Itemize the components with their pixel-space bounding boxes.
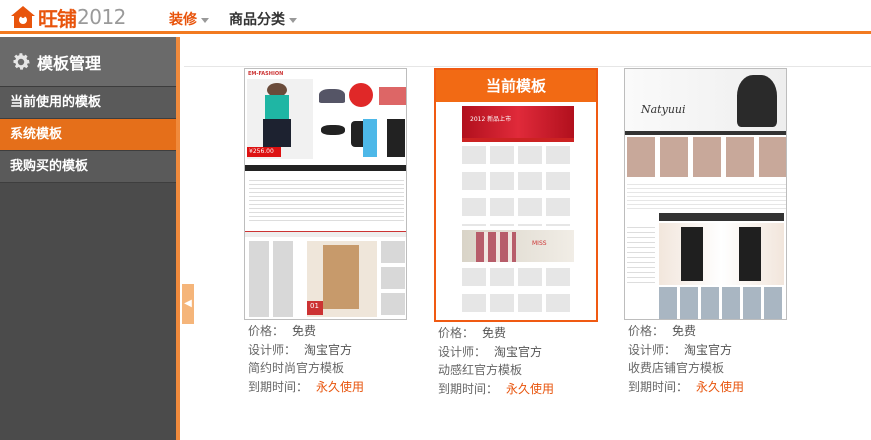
nav-categories-label: 商品分类 bbox=[229, 12, 285, 28]
top-header: 旺铺 2012 装修 商品分类 bbox=[0, 0, 871, 34]
expire-label: 到期时间： bbox=[248, 379, 309, 394]
sidebar-edge bbox=[176, 37, 180, 440]
main-content: EM-FASHION ¥256.00 01 价格： 免费 设计师： 淘宝官方 简… bbox=[184, 37, 871, 440]
thumb-category-list bbox=[249, 177, 404, 223]
nav-categories[interactable]: 商品分类 bbox=[229, 9, 297, 29]
chevron-down-icon bbox=[201, 17, 209, 23]
designer-label: 设计师： bbox=[438, 344, 487, 359]
logo-year: 2012 bbox=[77, 5, 126, 29]
logo-brand: 旺铺 bbox=[38, 6, 77, 31]
logo[interactable]: 旺铺 2012 bbox=[10, 4, 126, 31]
sidebar-item-system-template[interactable]: 系统模板 bbox=[0, 119, 180, 151]
template-info: 价格： 免费 设计师： 淘宝官方 简约时尚官方模板 到期时间： 永久使用 bbox=[248, 322, 428, 396]
thumb-price: ¥256.00 bbox=[249, 148, 274, 155]
template-thumbnail[interactable]: 当前模板 2012 新品上市 MISS bbox=[434, 68, 598, 322]
designer-label: 设计师： bbox=[628, 342, 677, 357]
template-thumbnail[interactable]: EM-FASHION ¥256.00 01 bbox=[244, 68, 407, 320]
sidebar-item-current-template[interactable]: 当前使用的模板 bbox=[0, 87, 180, 119]
expire-label: 到期时间： bbox=[438, 381, 499, 396]
thumb-side-list bbox=[627, 223, 655, 283]
thumb-nav-bar bbox=[245, 165, 406, 171]
thumb-product bbox=[349, 83, 373, 107]
template-info: 价格： 免费 设计师： 淘宝官方 收费店铺官方模板 到期时间： 永久使用 bbox=[628, 322, 808, 396]
price-label: 价格： bbox=[628, 324, 665, 338]
thumb-feature-text: MISS bbox=[532, 240, 547, 247]
designer-value: 淘宝官方 bbox=[684, 342, 733, 357]
thumb-section-bar bbox=[659, 213, 784, 221]
thumb-info-rows bbox=[627, 181, 786, 211]
gear-icon bbox=[13, 52, 30, 70]
thumb-model-right bbox=[739, 227, 761, 281]
thumb-nav-bar bbox=[625, 131, 786, 135]
template-name: 简约时尚官方模板 bbox=[248, 361, 345, 375]
expire-value: 永久使用 bbox=[506, 381, 555, 396]
thumb-feature-photo bbox=[659, 223, 784, 285]
thumb-brand-text: Natyuui bbox=[641, 103, 686, 116]
thumb-grid-rows bbox=[462, 146, 574, 226]
thumb-model-left bbox=[681, 227, 703, 281]
thumb-model-photo bbox=[737, 75, 777, 127]
thumb-hero-text: 2012 新品上市 bbox=[470, 116, 512, 123]
nav-decorate[interactable]: 装修 bbox=[169, 9, 209, 29]
designer-value: 淘宝官方 bbox=[494, 344, 543, 359]
thumb-model-skirt bbox=[263, 119, 291, 147]
designer-value: 淘宝官方 bbox=[304, 342, 353, 357]
thumb-grid bbox=[381, 241, 405, 317]
content-toolbar bbox=[184, 37, 871, 67]
nav-decorate-label: 装修 bbox=[169, 12, 197, 28]
sidebar: 模板管理 当前使用的模板 系统模板 我购买的模板 bbox=[0, 37, 180, 440]
price-label: 价格： bbox=[438, 326, 475, 340]
thumb-nav-bar bbox=[462, 138, 574, 142]
thumb-product bbox=[321, 125, 345, 135]
current-template-banner: 当前模板 bbox=[436, 70, 596, 102]
price-label: 价格： bbox=[248, 324, 285, 338]
template-info: 价格： 免费 设计师： 淘宝官方 动感红官方模板 到期时间： 永久使用 bbox=[438, 324, 618, 398]
thumb-product bbox=[387, 119, 405, 157]
thumb-product bbox=[363, 119, 377, 157]
template-name: 动感红官方模板 bbox=[438, 363, 523, 377]
expire-label: 到期时间： bbox=[628, 379, 689, 394]
price-value: 免费 bbox=[672, 324, 697, 338]
expire-value: 永久使用 bbox=[316, 379, 365, 394]
thumb-model-top bbox=[265, 95, 289, 121]
thumb-badge-num: 01 bbox=[310, 302, 319, 310]
thumb-grid bbox=[249, 241, 295, 317]
thumb-feature-model bbox=[323, 245, 359, 309]
thumb-grid-rows bbox=[462, 268, 574, 320]
thumb-models bbox=[476, 232, 516, 262]
thumb-product-row bbox=[627, 137, 786, 177]
chevron-down-icon bbox=[289, 17, 297, 23]
sidebar-title: 模板管理 bbox=[37, 53, 102, 73]
price-value: 免费 bbox=[482, 326, 507, 340]
sidebar-header: 模板管理 bbox=[0, 37, 180, 87]
thumb-section-bar bbox=[245, 231, 406, 237]
price-value: 免费 bbox=[292, 324, 317, 338]
template-name: 收费店铺官方模板 bbox=[628, 361, 725, 375]
house-icon bbox=[11, 6, 35, 28]
thumb-product-row bbox=[659, 287, 784, 319]
thumb-product bbox=[319, 89, 345, 103]
top-nav: 装修 商品分类 bbox=[169, 9, 297, 29]
template-thumbnail[interactable]: Natyuui bbox=[624, 68, 787, 320]
thumb-logo-text: EM-FASHION bbox=[248, 71, 284, 77]
designer-label: 设计师： bbox=[248, 342, 297, 357]
expire-value: 永久使用 bbox=[696, 379, 745, 394]
thumb-product bbox=[379, 87, 406, 105]
sidebar-item-purchased-template[interactable]: 我购买的模板 bbox=[0, 151, 180, 183]
